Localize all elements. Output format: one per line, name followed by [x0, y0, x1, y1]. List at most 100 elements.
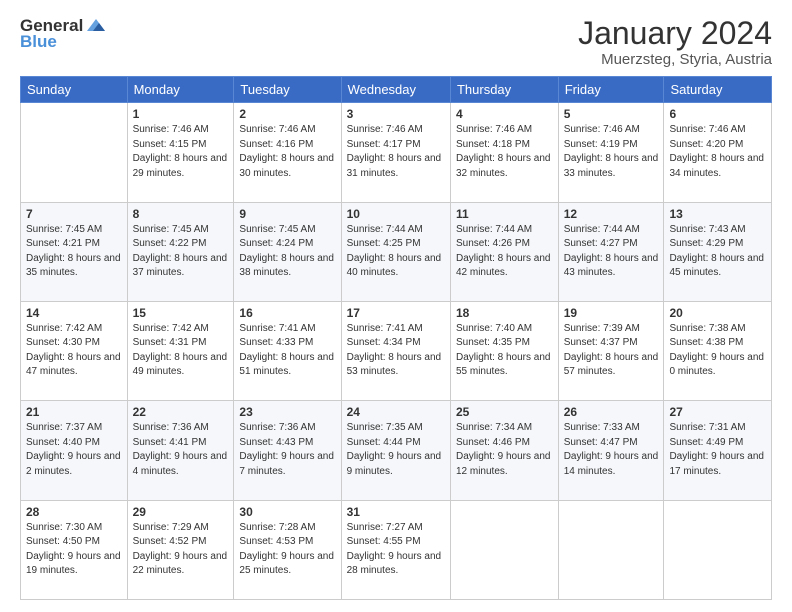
day-number: 10 — [347, 207, 445, 221]
day-info: Sunrise: 7:36 AM Sunset: 4:43 PM Dayligh… — [239, 421, 335, 479]
calendar-week-row: 1 Sunrise: 7:46 AM Sunset: 4:15 PM Dayli… — [21, 103, 772, 202]
sunrise-text: Sunrise: 7:46 AM — [133, 124, 209, 135]
sunset-text: Sunset: 4:40 PM — [26, 437, 100, 448]
daylight-text: Daylight: 8 hours and 38 minutes. — [239, 253, 334, 279]
day-number: 29 — [133, 505, 229, 519]
day-info: Sunrise: 7:46 AM Sunset: 4:17 PM Dayligh… — [347, 123, 445, 181]
table-row: 22 Sunrise: 7:36 AM Sunset: 4:41 PM Dayl… — [127, 401, 234, 500]
day-info: Sunrise: 7:44 AM Sunset: 4:27 PM Dayligh… — [564, 223, 659, 281]
day-info: Sunrise: 7:30 AM Sunset: 4:50 PM Dayligh… — [26, 521, 122, 579]
day-number: 31 — [347, 505, 445, 519]
daylight-text: Daylight: 8 hours and 51 minutes. — [239, 352, 334, 378]
table-row: 28 Sunrise: 7:30 AM Sunset: 4:50 PM Dayl… — [21, 500, 128, 599]
page: General Blue January 2024 Muerzsteg, Sty… — [0, 0, 792, 612]
sunrise-text: Sunrise: 7:45 AM — [239, 224, 315, 235]
sunset-text: Sunset: 4:26 PM — [456, 238, 530, 249]
sunrise-text: Sunrise: 7:42 AM — [26, 323, 102, 334]
sunrise-text: Sunrise: 7:31 AM — [669, 422, 745, 433]
day-info: Sunrise: 7:43 AM Sunset: 4:29 PM Dayligh… — [669, 223, 766, 281]
day-number: 6 — [669, 107, 766, 121]
sunrise-text: Sunrise: 7:29 AM — [133, 522, 209, 533]
day-number: 19 — [564, 306, 659, 320]
day-number: 3 — [347, 107, 445, 121]
daylight-text: Daylight: 8 hours and 43 minutes. — [564, 253, 659, 279]
logo-icon — [85, 17, 107, 35]
daylight-text: Daylight: 8 hours and 31 minutes. — [347, 153, 442, 179]
day-info: Sunrise: 7:37 AM Sunset: 4:40 PM Dayligh… — [26, 421, 122, 479]
logo: General Blue — [20, 16, 107, 52]
day-number: 1 — [133, 107, 229, 121]
daylight-text: Daylight: 8 hours and 35 minutes. — [26, 253, 121, 279]
table-row: 2 Sunrise: 7:46 AM Sunset: 4:16 PM Dayli… — [234, 103, 341, 202]
header-sunday: Sunday — [21, 77, 128, 103]
day-info: Sunrise: 7:39 AM Sunset: 4:37 PM Dayligh… — [564, 322, 659, 380]
sunrise-text: Sunrise: 7:35 AM — [347, 422, 423, 433]
day-info: Sunrise: 7:46 AM Sunset: 4:19 PM Dayligh… — [564, 123, 659, 181]
calendar-week-row: 21 Sunrise: 7:37 AM Sunset: 4:40 PM Dayl… — [21, 401, 772, 500]
sunset-text: Sunset: 4:41 PM — [133, 437, 207, 448]
table-row: 3 Sunrise: 7:46 AM Sunset: 4:17 PM Dayli… — [341, 103, 450, 202]
day-info: Sunrise: 7:42 AM Sunset: 4:31 PM Dayligh… — [133, 322, 229, 380]
sunset-text: Sunset: 4:53 PM — [239, 536, 313, 547]
sunset-text: Sunset: 4:49 PM — [669, 437, 743, 448]
day-info: Sunrise: 7:27 AM Sunset: 4:55 PM Dayligh… — [347, 521, 445, 579]
daylight-text: Daylight: 8 hours and 53 minutes. — [347, 352, 442, 378]
sunrise-text: Sunrise: 7:41 AM — [347, 323, 423, 334]
day-info: Sunrise: 7:45 AM Sunset: 4:21 PM Dayligh… — [26, 223, 122, 281]
table-row: 15 Sunrise: 7:42 AM Sunset: 4:31 PM Dayl… — [127, 301, 234, 400]
calendar-week-row: 28 Sunrise: 7:30 AM Sunset: 4:50 PM Dayl… — [21, 500, 772, 599]
calendar-week-row: 14 Sunrise: 7:42 AM Sunset: 4:30 PM Dayl… — [21, 301, 772, 400]
sunset-text: Sunset: 4:21 PM — [26, 238, 100, 249]
sunset-text: Sunset: 4:35 PM — [456, 337, 530, 348]
header-wednesday: Wednesday — [341, 77, 450, 103]
table-row: 8 Sunrise: 7:45 AM Sunset: 4:22 PM Dayli… — [127, 202, 234, 301]
sunset-text: Sunset: 4:44 PM — [347, 437, 421, 448]
header-thursday: Thursday — [450, 77, 558, 103]
main-title: January 2024 — [578, 16, 772, 51]
daylight-text: Daylight: 9 hours and 22 minutes. — [133, 551, 228, 577]
day-info: Sunrise: 7:46 AM Sunset: 4:16 PM Dayligh… — [239, 123, 335, 181]
day-number: 23 — [239, 405, 335, 419]
day-number: 7 — [26, 207, 122, 221]
table-row: 14 Sunrise: 7:42 AM Sunset: 4:30 PM Dayl… — [21, 301, 128, 400]
table-row — [558, 500, 664, 599]
table-row: 1 Sunrise: 7:46 AM Sunset: 4:15 PM Dayli… — [127, 103, 234, 202]
sunrise-text: Sunrise: 7:46 AM — [456, 124, 532, 135]
day-number: 5 — [564, 107, 659, 121]
daylight-text: Daylight: 8 hours and 47 minutes. — [26, 352, 121, 378]
sunset-text: Sunset: 4:31 PM — [133, 337, 207, 348]
sunset-text: Sunset: 4:55 PM — [347, 536, 421, 547]
sunset-text: Sunset: 4:52 PM — [133, 536, 207, 547]
sunrise-text: Sunrise: 7:43 AM — [669, 224, 745, 235]
day-number: 28 — [26, 505, 122, 519]
table-row: 7 Sunrise: 7:45 AM Sunset: 4:21 PM Dayli… — [21, 202, 128, 301]
sunrise-text: Sunrise: 7:33 AM — [564, 422, 640, 433]
daylight-text: Daylight: 9 hours and 25 minutes. — [239, 551, 334, 577]
daylight-text: Daylight: 8 hours and 57 minutes. — [564, 352, 659, 378]
sunrise-text: Sunrise: 7:36 AM — [239, 422, 315, 433]
table-row — [21, 103, 128, 202]
daylight-text: Daylight: 9 hours and 2 minutes. — [26, 451, 121, 477]
table-row: 19 Sunrise: 7:39 AM Sunset: 4:37 PM Dayl… — [558, 301, 664, 400]
sunrise-text: Sunrise: 7:41 AM — [239, 323, 315, 334]
header-saturday: Saturday — [664, 77, 772, 103]
sunrise-text: Sunrise: 7:40 AM — [456, 323, 532, 334]
daylight-text: Daylight: 8 hours and 34 minutes. — [669, 153, 764, 179]
sunset-text: Sunset: 4:30 PM — [26, 337, 100, 348]
daylight-text: Daylight: 9 hours and 17 minutes. — [669, 451, 764, 477]
daylight-text: Daylight: 9 hours and 14 minutes. — [564, 451, 659, 477]
sunset-text: Sunset: 4:38 PM — [669, 337, 743, 348]
sunrise-text: Sunrise: 7:37 AM — [26, 422, 102, 433]
day-info: Sunrise: 7:44 AM Sunset: 4:26 PM Dayligh… — [456, 223, 553, 281]
daylight-text: Daylight: 9 hours and 0 minutes. — [669, 352, 764, 378]
table-row: 18 Sunrise: 7:40 AM Sunset: 4:35 PM Dayl… — [450, 301, 558, 400]
sunset-text: Sunset: 4:20 PM — [669, 139, 743, 150]
sunset-text: Sunset: 4:34 PM — [347, 337, 421, 348]
sunset-text: Sunset: 4:22 PM — [133, 238, 207, 249]
day-number: 9 — [239, 207, 335, 221]
sunset-text: Sunset: 4:50 PM — [26, 536, 100, 547]
day-number: 14 — [26, 306, 122, 320]
header-tuesday: Tuesday — [234, 77, 341, 103]
table-row: 31 Sunrise: 7:27 AM Sunset: 4:55 PM Dayl… — [341, 500, 450, 599]
daylight-text: Daylight: 8 hours and 55 minutes. — [456, 352, 551, 378]
